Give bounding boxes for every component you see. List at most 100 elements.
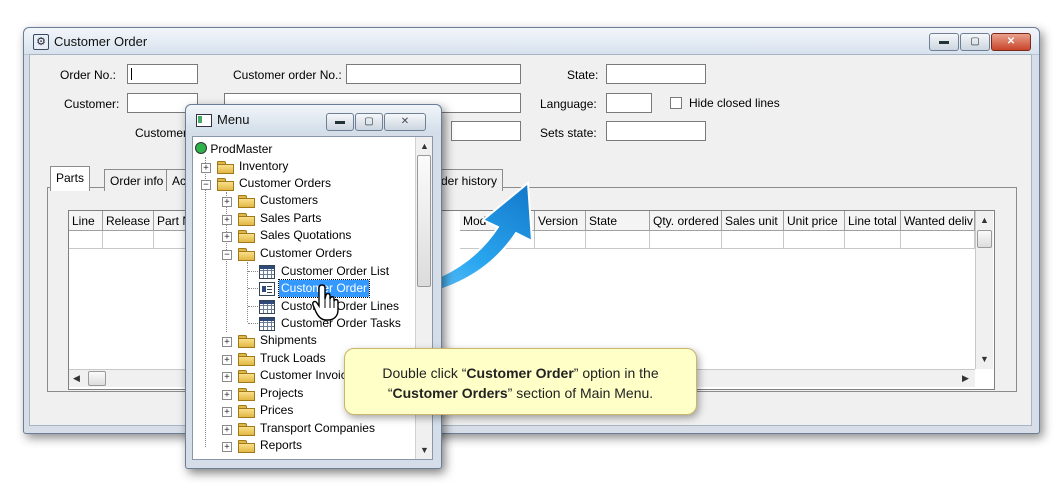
collapse-customer-orders-sub-icon[interactable]: − xyxy=(222,250,232,260)
scroll-up-icon[interactable]: ▲ xyxy=(420,141,429,151)
grid-list-icon xyxy=(259,265,275,279)
tree-item-sales-quotations[interactable]: Sales Quotations xyxy=(260,227,351,244)
state-input[interactable] xyxy=(606,64,706,84)
folder-icon xyxy=(238,335,255,348)
sets-state-input[interactable] xyxy=(606,121,706,141)
hand-cursor-icon xyxy=(312,284,339,321)
folder-open-icon xyxy=(217,178,234,191)
tree-item-customers[interactable]: Customers xyxy=(260,192,318,209)
minimize-icon[interactable]: ▬ xyxy=(929,33,959,51)
grid-cell[interactable] xyxy=(650,231,722,249)
col-line-total[interactable]: Line total xyxy=(845,211,901,231)
folder-icon xyxy=(238,195,255,208)
expand-shipments-icon[interactable]: + xyxy=(222,337,232,347)
expand-sales-parts-icon[interactable]: + xyxy=(222,215,232,225)
col-wanted-delivery[interactable]: Wanted deliv xyxy=(901,211,975,231)
scroll-down-icon[interactable]: ▼ xyxy=(980,354,989,364)
grid-vertical-scrollbar[interactable]: ▲ ▼ xyxy=(975,211,993,369)
scroll-thumb[interactable] xyxy=(88,371,106,386)
customer-partial-label: Customer xyxy=(135,126,188,140)
folder-icon xyxy=(217,161,234,174)
expand-customers-icon[interactable]: + xyxy=(222,197,232,207)
language-input[interactable] xyxy=(606,93,652,113)
tree-root[interactable]: ProdMaster xyxy=(195,141,272,158)
tree-item-sales-parts[interactable]: Sales Parts xyxy=(260,210,321,227)
collapse-customer-orders-icon[interactable]: − xyxy=(201,180,211,190)
folder-icon xyxy=(238,353,255,366)
window-title: Customer Order xyxy=(54,34,148,49)
expand-sales-quotations-icon[interactable]: + xyxy=(222,232,232,242)
menu-titlebar[interactable]: Menu ▬ ▢ ✕ xyxy=(186,105,441,133)
tree-item-reports[interactable]: Reports xyxy=(260,437,302,454)
menu-window-icon xyxy=(196,114,212,127)
grid-list-icon xyxy=(259,300,275,314)
language-label: Language: xyxy=(540,97,597,111)
close-icon[interactable]: ✕ xyxy=(991,33,1031,51)
tree-item-customer-order-list[interactable]: Customer Order List xyxy=(281,263,389,280)
form-icon xyxy=(259,282,275,296)
tree-item-customer-invoices[interactable]: Customer Invoice xyxy=(260,367,353,384)
tree-item-prices[interactable]: Prices xyxy=(260,402,293,419)
callout-text: Double click “ xyxy=(382,365,467,381)
folder-icon xyxy=(238,423,255,436)
grid-cell[interactable] xyxy=(901,231,975,249)
tab-ac[interactable]: Ac xyxy=(166,169,186,191)
sets-state-label: Sets state: xyxy=(540,126,597,140)
order-no-input[interactable] xyxy=(127,64,198,84)
scroll-down-icon[interactable]: ▼ xyxy=(420,445,429,455)
state-label: State: xyxy=(567,68,599,82)
scroll-thumb[interactable] xyxy=(417,155,431,287)
tab-parts[interactable]: Parts xyxy=(50,166,91,191)
col-unit-price[interactable]: Unit price xyxy=(784,211,845,231)
expand-customer-invoices-icon[interactable]: + xyxy=(222,372,232,382)
folder-icon xyxy=(238,388,255,401)
hide-closed-lines-checkbox[interactable] xyxy=(670,97,682,109)
tree-item-transport-companies[interactable]: Transport Companies xyxy=(260,420,375,437)
tab-order-info[interactable]: Order info xyxy=(104,169,170,191)
expand-transport-companies-icon[interactable]: + xyxy=(222,425,232,435)
expand-reports-icon[interactable]: + xyxy=(222,442,232,452)
col-sales-unit[interactable]: Sales unit xyxy=(722,211,784,231)
folder-icon xyxy=(238,230,255,243)
scroll-right-icon[interactable]: ▶ xyxy=(962,373,969,384)
expand-projects-icon[interactable]: + xyxy=(222,390,232,400)
col-qty-ordered[interactable]: Qty. ordered xyxy=(650,211,722,231)
col-line[interactable]: Line xyxy=(69,211,103,231)
tree-item-customer-orders-sub[interactable]: Customer Orders xyxy=(260,245,352,262)
tree-item-inventory[interactable]: Inventory xyxy=(239,158,288,175)
minimize-icon[interactable]: ▬ xyxy=(326,113,354,131)
customer-order-no-input[interactable] xyxy=(346,64,521,84)
expand-truck-loads-icon[interactable]: + xyxy=(222,355,232,365)
scroll-left-icon[interactable]: ◀ xyxy=(73,373,80,384)
close-icon[interactable]: ✕ xyxy=(384,113,426,131)
col-release[interactable]: Release xyxy=(103,211,154,231)
tree-item-customer-orders[interactable]: Customer Orders xyxy=(239,175,331,192)
main-titlebar[interactable]: ⚙ Customer Order ▬ ▢ ✕ xyxy=(24,28,1039,55)
tree-item-truck-loads[interactable]: Truck Loads xyxy=(260,350,326,367)
grid-cell[interactable] xyxy=(103,231,154,249)
folder-open-icon xyxy=(238,248,255,261)
callout-text: ” section of Main Menu. xyxy=(507,385,654,401)
scroll-up-icon[interactable]: ▲ xyxy=(980,215,989,225)
grid-cell[interactable] xyxy=(69,231,103,249)
maximize-icon[interactable]: ▢ xyxy=(960,33,990,51)
grid-cell[interactable] xyxy=(784,231,845,249)
col-state[interactable]: State xyxy=(586,211,650,231)
folder-icon xyxy=(238,440,255,453)
grid-cell[interactable] xyxy=(586,231,650,249)
callout-bold-option: Customer Order xyxy=(466,365,574,381)
grid-cell[interactable] xyxy=(722,231,784,249)
tree-item-projects[interactable]: Projects xyxy=(260,385,303,402)
tree-item-shipments[interactable]: Shipments xyxy=(260,332,317,349)
expand-prices-icon[interactable]: + xyxy=(222,407,232,417)
folder-icon xyxy=(238,213,255,226)
grid-cell[interactable] xyxy=(845,231,901,249)
expand-inventory-icon[interactable]: + xyxy=(201,163,211,173)
scroll-thumb[interactable] xyxy=(977,230,992,248)
callout-bold-section: Customer Orders xyxy=(392,385,508,401)
menu-title: Menu xyxy=(217,112,250,127)
customer-extra-input[interactable] xyxy=(451,121,521,141)
maximize-icon[interactable]: ▢ xyxy=(355,113,383,131)
root-status-icon xyxy=(195,142,207,154)
customer-label: Customer: xyxy=(64,97,120,111)
